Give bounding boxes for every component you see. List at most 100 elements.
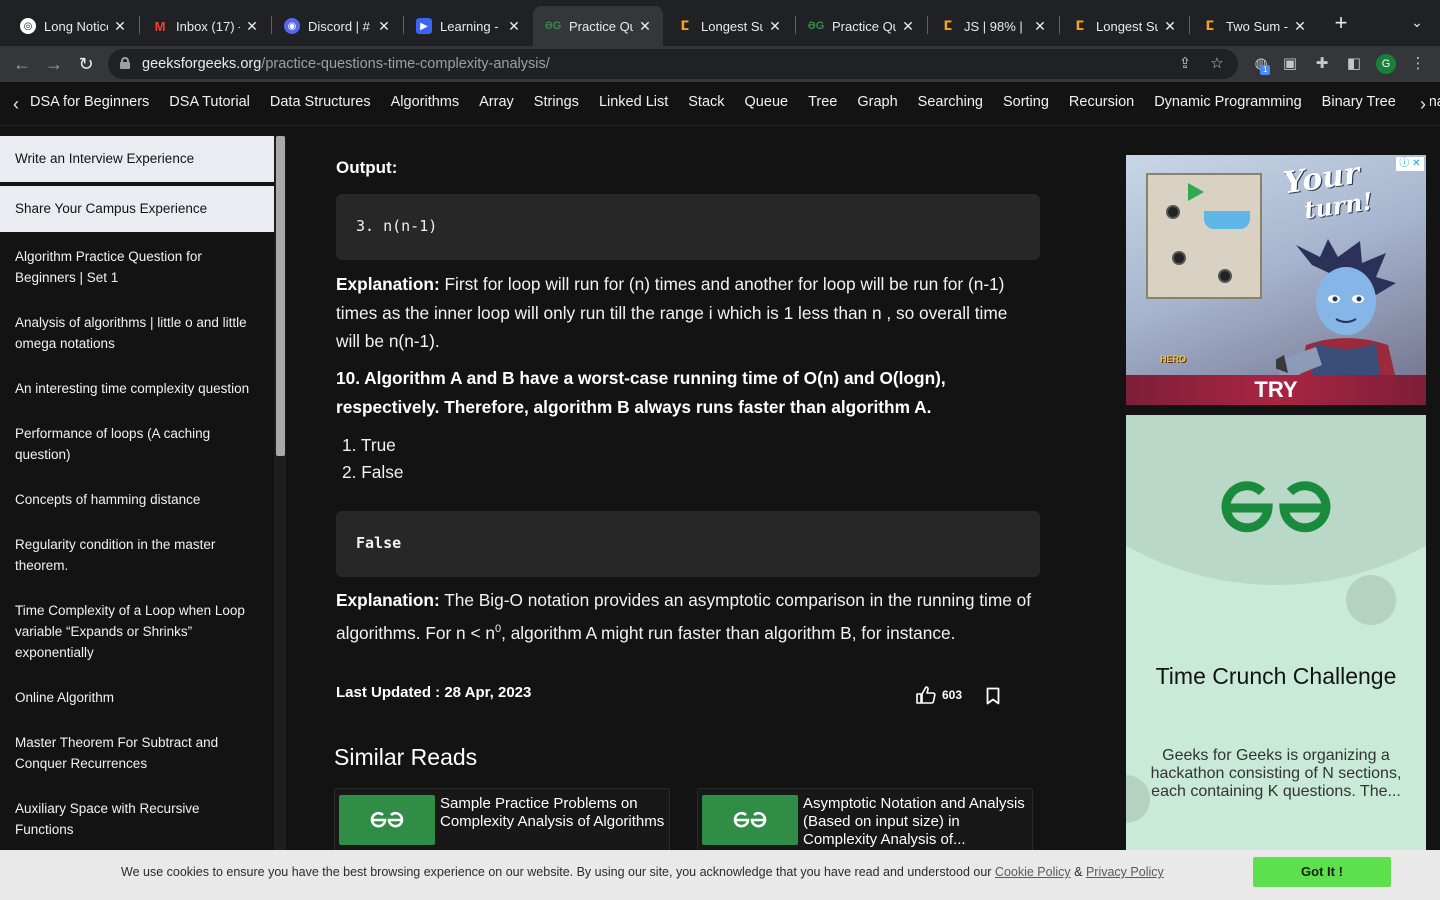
chevron-right-icon[interactable]: › <box>1416 92 1430 116</box>
cookie-policy-link[interactable]: Cookie Policy <box>995 865 1071 879</box>
like-button[interactable]: 603 <box>916 686 962 704</box>
close-tab-icon[interactable]: ✕ <box>1292 18 1308 35</box>
back-arrow-icon[interactable]: ← <box>10 52 34 76</box>
forward-arrow-icon[interactable]: → <box>42 52 66 76</box>
chevron-left-icon[interactable]: ‹ <box>9 92 23 116</box>
article-content: Output: 3. n(n-1) Explanation: First for… <box>300 136 1080 856</box>
last-updated: Last Updated : 28 Apr, 2023 <box>336 684 532 701</box>
tab-title: Inbox (17) - <box>176 18 240 34</box>
gfg-icon: ƏG <box>807 20 825 32</box>
similar-read-title[interactable]: Asymptotic Notation and Analysis (Based … <box>803 795 1029 849</box>
nav-array[interactable]: Array <box>479 94 514 110</box>
sidebar-item[interactable]: Auxiliary Space with Recursive Functions <box>0 788 274 854</box>
gfg-icon: ƏG <box>544 20 562 32</box>
new-tab-icon[interactable]: + <box>1330 12 1352 34</box>
browser-tab[interactable]: ⵎ Two Sum - ✕ <box>1190 8 1318 44</box>
sidebar-item[interactable]: Algorithm Practice Question for Beginner… <box>0 236 274 302</box>
reload-icon[interactable]: ↻ <box>74 52 98 76</box>
sidepanel-icon[interactable]: ◧ <box>1345 55 1363 73</box>
sidebar-scrollbar-thumb[interactable] <box>276 136 285 456</box>
puzzle-icon[interactable]: ✚ <box>1313 55 1331 73</box>
similar-read-card[interactable]: Sample Practice Problems on Complexity A… <box>334 788 670 856</box>
close-tab-icon[interactable]: ✕ <box>900 18 916 35</box>
nav-algorithms[interactable]: Algorithms <box>391 94 460 110</box>
browser-tab[interactable]: M Inbox (17) - ✕ <box>140 8 270 44</box>
extension-icon[interactable]: ▣ <box>1281 55 1299 73</box>
sidebar-item[interactable]: Analysis of algorithms | little o and li… <box>0 302 274 368</box>
browser-tab-active[interactable]: ƏG Practice Qu ✕ <box>533 6 663 46</box>
close-tab-icon[interactable]: ✕ <box>376 18 392 35</box>
promo-card[interactable]: Time Crunch Challenge Geeks for Geeks is… <box>1126 415 1426 856</box>
nav-binary-tree[interactable]: Binary Tree <box>1322 94 1396 110</box>
close-tab-icon[interactable]: ✕ <box>1032 18 1048 35</box>
nav-dsa-for-beginners[interactable]: DSA for Beginners <box>30 94 149 110</box>
address-bar[interactable]: geeksforgeeks.org/practice-questions-tim… <box>108 49 1238 79</box>
game-ad-banner[interactable]: Yourturn! HERO WARS TRY ⓘ ✕ <box>1126 155 1426 405</box>
leetcode-icon: ⵎ <box>1075 18 1085 33</box>
nav-queue[interactable]: Queue <box>745 94 789 110</box>
browser-tab[interactable]: ⵎ JS | 98% | ✕ <box>928 8 1058 44</box>
nav-tree[interactable]: Tree <box>808 94 837 110</box>
bookmark-icon[interactable] <box>986 687 1000 710</box>
nav-dsa-tutorial[interactable]: DSA Tutorial <box>169 94 250 110</box>
browser-tab-strip: ◎ Long Notice ✕ M Inbox (17) - ✕ ◉ Disco… <box>0 0 1440 46</box>
nav-data-structures[interactable]: Data Structures <box>270 94 371 110</box>
share-icon[interactable]: ⇪ <box>1176 55 1194 73</box>
tab-title: Discord | # <box>308 18 370 34</box>
sidebar-item[interactable]: Performance of loops (A caching question… <box>0 413 274 479</box>
close-tab-icon[interactable]: ✕ <box>637 18 653 35</box>
explanation-text: , algorithm A might run faster than algo… <box>501 622 956 643</box>
bookmark-star-icon[interactable]: ☆ <box>1208 55 1226 73</box>
category-nav: ‹ DSA for Beginners DSA Tutorial Data St… <box>0 82 1440 126</box>
browser-tab[interactable]: ⵎ Longest Sul ✕ <box>665 8 793 44</box>
close-tab-icon[interactable]: ✕ <box>767 18 783 35</box>
cookie-message-text: We use cookies to ensure you have the be… <box>121 865 995 879</box>
close-tab-icon[interactable]: ✕ <box>112 18 128 35</box>
browser-tab[interactable]: ▶ Learning - ✕ <box>404 8 532 44</box>
try-button[interactable]: TRY <box>1126 375 1426 405</box>
browser-tab[interactable]: ⵎ Longest Sul ✕ <box>1060 8 1188 44</box>
extension-badge-icon[interactable]: ◍ 1 <box>1252 55 1271 75</box>
nav-strings[interactable]: Strings <box>534 94 579 110</box>
kebab-menu-icon[interactable]: ⋮ <box>1409 55 1427 73</box>
code-text: 3. n(n-1) <box>356 217 438 235</box>
sidebar-item[interactable]: Online Algorithm <box>0 677 274 722</box>
cookie-consent-bar: We use cookies to ensure you have the be… <box>0 850 1440 900</box>
tab-title: Practice Qu <box>569 18 633 34</box>
ad-choices-icon[interactable]: ⓘ ✕ <box>1396 157 1424 171</box>
nav-searching[interactable]: Searching <box>918 94 983 110</box>
sidebar-item[interactable]: Concepts of hamming distance <box>0 479 274 524</box>
explanation-paragraph: Explanation: First for loop will run for… <box>336 270 1036 356</box>
decorative-circle <box>1346 575 1396 625</box>
similar-read-card[interactable]: Asymptotic Notation and Analysis (Based … <box>697 788 1033 856</box>
nav-stack[interactable]: Stack <box>688 94 724 110</box>
tab-title: Longest Sul <box>701 18 763 34</box>
nav-dynamic-programming[interactable]: Dynamic Programming <box>1154 94 1301 110</box>
nav-sorting[interactable]: Sorting <box>1003 94 1049 110</box>
browser-tab[interactable]: ◉ Discord | # ✕ <box>272 8 402 44</box>
close-tab-icon[interactable]: ✕ <box>506 18 522 35</box>
sidebar-item[interactable]: Time Complexity of a Loop when Loop vari… <box>0 590 274 677</box>
profile-avatar[interactable]: G <box>1376 54 1396 74</box>
close-tab-icon[interactable]: ✕ <box>244 18 260 35</box>
url-text[interactable]: geeksforgeeks.org/practice-questions-tim… <box>142 56 550 72</box>
close-tab-icon[interactable]: ✕ <box>1162 18 1178 35</box>
similar-read-title[interactable]: Sample Practice Problems on Complexity A… <box>440 795 666 831</box>
bomb-icon <box>1172 251 1186 265</box>
browser-tab[interactable]: ƏG Practice Qu ✕ <box>796 8 926 44</box>
privacy-policy-link[interactable]: Privacy Policy <box>1086 865 1164 879</box>
browser-tab[interactable]: ◎ Long Notice ✕ <box>8 8 138 44</box>
like-count: 603 <box>942 688 963 702</box>
got-it-button[interactable]: Got It ! <box>1253 857 1391 887</box>
sidebar-item-share-campus[interactable]: Share Your Campus Experience <box>0 186 274 236</box>
nav-linked-list[interactable]: Linked List <box>599 94 668 110</box>
similar-reads-heading: Similar Reads <box>334 744 478 770</box>
nav-recursion[interactable]: Recursion <box>1069 94 1134 110</box>
nav-graph[interactable]: Graph <box>857 94 897 110</box>
sidebar-item[interactable]: Master Theorem For Subtract and Conquer … <box>0 722 274 788</box>
sidebar-item-write-interview[interactable]: Write an Interview Experience <box>0 136 274 186</box>
sidebar-item[interactable]: Regularity condition in the master theor… <box>0 524 274 590</box>
gfg-logo-icon <box>1221 481 1331 533</box>
sidebar-item[interactable]: An interesting time complexity question <box>0 368 274 413</box>
tab-search-chevron-icon[interactable]: ⌄ <box>1408 14 1426 32</box>
